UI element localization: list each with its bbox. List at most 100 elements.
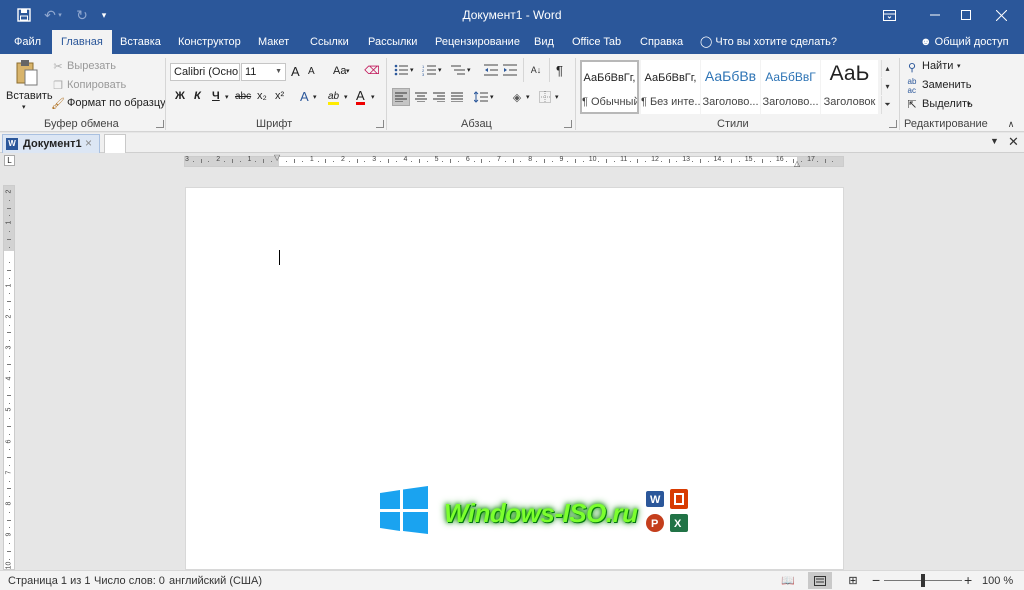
subscript-button[interactable]: x₂	[257, 90, 267, 102]
multilevel-dropdown-icon[interactable]: ▾	[467, 66, 471, 74]
style-heading-2[interactable]: АаБбВвГ Заголово...	[761, 60, 820, 114]
underline-button[interactable]: Ч	[212, 90, 220, 102]
sort-icon[interactable]: A↓	[528, 63, 544, 77]
numbering-dropdown-icon[interactable]: ▾	[438, 66, 442, 74]
format-painter-button[interactable]: Формат по образцу	[67, 97, 166, 109]
zoom-slider[interactable]	[884, 574, 962, 587]
ribbon-display-options-icon[interactable]	[866, 0, 912, 30]
shading-icon[interactable]: ◈	[508, 88, 526, 106]
borders-icon[interactable]	[536, 88, 554, 106]
read-mode-icon[interactable]: 📖	[780, 574, 796, 588]
language-status[interactable]: английский (США)	[169, 575, 262, 587]
change-case-dropdown-icon[interactable]: ▾	[346, 67, 350, 75]
clear-formatting-icon[interactable]: ⌫	[364, 62, 380, 78]
show-formatting-button[interactable]: ¶	[556, 63, 563, 78]
web-layout-icon[interactable]: ⊞	[845, 574, 861, 588]
justify-icon[interactable]	[448, 88, 466, 106]
font-color-button[interactable]: A	[356, 89, 365, 105]
tab-office-tab[interactable]: Office Tab	[572, 30, 621, 54]
tab-selector-icon[interactable]: L	[4, 155, 15, 166]
change-case-button[interactable]: Aa	[333, 65, 346, 77]
highlight-button[interactable]: ab	[328, 91, 340, 105]
find-button[interactable]: Найти	[922, 60, 953, 72]
bullets-icon[interactable]	[393, 63, 409, 77]
replace-button[interactable]: Заменить	[922, 79, 971, 91]
zoom-in-icon[interactable]: +	[964, 572, 972, 588]
word-count[interactable]: Число слов: 0	[94, 575, 165, 587]
first-line-indent-icon[interactable]: ▽	[274, 153, 280, 162]
tab-mailings[interactable]: Рассылки	[368, 30, 417, 54]
line-spacing-dropdown-icon[interactable]: ▾	[490, 93, 494, 101]
borders-dropdown-icon[interactable]: ▾	[555, 93, 559, 101]
tell-me-box[interactable]: ◯ Что вы хотите сделать?	[700, 30, 837, 54]
italic-button[interactable]: К	[194, 90, 201, 102]
copy-button[interactable]: Копировать	[67, 79, 126, 91]
align-center-icon[interactable]	[412, 88, 430, 106]
close-button[interactable]	[978, 0, 1024, 30]
styles-launcher-icon[interactable]	[889, 120, 897, 128]
page-count[interactable]: Страница 1 из 1	[8, 575, 90, 587]
highlight-dropdown-icon[interactable]: ▾	[344, 93, 348, 101]
right-indent-icon[interactable]: △	[794, 159, 800, 168]
styles-more-icon[interactable]: ⏷	[881, 96, 893, 114]
grow-font-button[interactable]: A	[291, 64, 300, 79]
align-right-icon[interactable]	[430, 88, 448, 106]
style-normal[interactable]: АаБбВвГг, ¶ Обычный	[580, 60, 639, 114]
bullets-dropdown-icon[interactable]: ▾	[410, 66, 414, 74]
close-tab-icon[interactable]: ×	[85, 136, 92, 150]
zoom-out-icon[interactable]: −	[872, 572, 880, 588]
close-all-tabs-icon[interactable]: ✕	[1008, 134, 1019, 150]
paste-icon[interactable]	[14, 58, 40, 88]
tab-layout[interactable]: Макет	[258, 30, 289, 54]
decrease-indent-icon[interactable]	[483, 63, 499, 77]
styles-scroll-down-icon[interactable]: ▾	[881, 78, 893, 95]
increase-indent-icon[interactable]	[502, 63, 518, 77]
strikethrough-button[interactable]: abc	[235, 91, 251, 102]
document-page[interactable]: Windows-ISO.ru W P X	[185, 187, 844, 570]
text-effects-dropdown-icon[interactable]: ▾	[313, 93, 317, 101]
tab-list-dropdown-icon[interactable]: ▼	[990, 136, 999, 146]
new-tab-button[interactable]	[104, 134, 126, 153]
tab-references[interactable]: Ссылки	[310, 30, 349, 54]
bold-button[interactable]: Ж	[175, 90, 185, 102]
superscript-button[interactable]: x²	[275, 90, 284, 102]
styles-scroll-up-icon[interactable]: ▴	[881, 60, 893, 77]
font-size-combo[interactable]: 11 ▼	[241, 63, 286, 81]
tab-help[interactable]: Справка	[640, 30, 683, 54]
shading-dropdown-icon[interactable]: ▾	[526, 93, 530, 101]
shrink-font-button[interactable]: A	[308, 66, 315, 77]
zoom-thumb[interactable]	[921, 574, 925, 587]
align-left-icon[interactable]	[392, 88, 410, 106]
tab-view[interactable]: Вид	[534, 30, 554, 54]
select-dropdown-icon[interactable]: ▾	[967, 100, 971, 108]
text-effects-button[interactable]: A	[300, 89, 309, 104]
tab-home[interactable]: Главная	[52, 30, 112, 56]
font-launcher-icon[interactable]	[376, 120, 384, 128]
vertical-ruler[interactable]: 2 1 1 2 3 4 5 6 7 8 9 10	[3, 185, 15, 570]
document-tab-active[interactable]: W Документ1 ×	[2, 134, 100, 153]
horizontal-ruler[interactable]: 3 2 1 1 2 3 4 5 6 7 8 9 10 11 12 13 14 15 16 17 ▽ △	[184, 153, 844, 168]
line-spacing-icon[interactable]	[472, 88, 490, 106]
tab-review[interactable]: Рецензирование	[435, 30, 520, 54]
underline-dropdown-icon[interactable]: ▾	[225, 93, 229, 101]
collapse-ribbon-icon[interactable]: ∧	[1004, 118, 1018, 130]
style-heading-1[interactable]: АаБбВв Заголово...	[701, 60, 760, 114]
select-button[interactable]: Выделить	[922, 98, 973, 110]
paste-dropdown-icon[interactable]: ▾	[22, 103, 26, 111]
style-no-spacing[interactable]: АаБбВвГг, ¶ Без инте...	[641, 60, 700, 114]
font-name-combo[interactable]: Calibri (Осно	[170, 63, 240, 81]
print-layout-icon[interactable]	[808, 572, 832, 589]
numbering-icon[interactable]: 123	[421, 63, 437, 77]
share-button[interactable]: ☻ Общий доступ	[920, 30, 1009, 54]
multilevel-list-icon[interactable]	[450, 63, 466, 77]
tab-insert[interactable]: Вставка	[120, 30, 161, 54]
tab-file[interactable]: Файл	[14, 30, 41, 54]
zoom-level[interactable]: 100 %	[982, 575, 1013, 587]
paragraph-launcher-icon[interactable]	[564, 120, 572, 128]
find-dropdown-icon[interactable]: ▾	[957, 62, 961, 70]
font-color-dropdown-icon[interactable]: ▾	[371, 93, 375, 101]
clipboard-launcher-icon[interactable]	[156, 120, 164, 128]
style-title[interactable]: АаЬ Заголовок	[821, 60, 878, 114]
cut-button[interactable]: Вырезать	[67, 60, 116, 72]
paste-label[interactable]: Вставить	[6, 90, 53, 102]
